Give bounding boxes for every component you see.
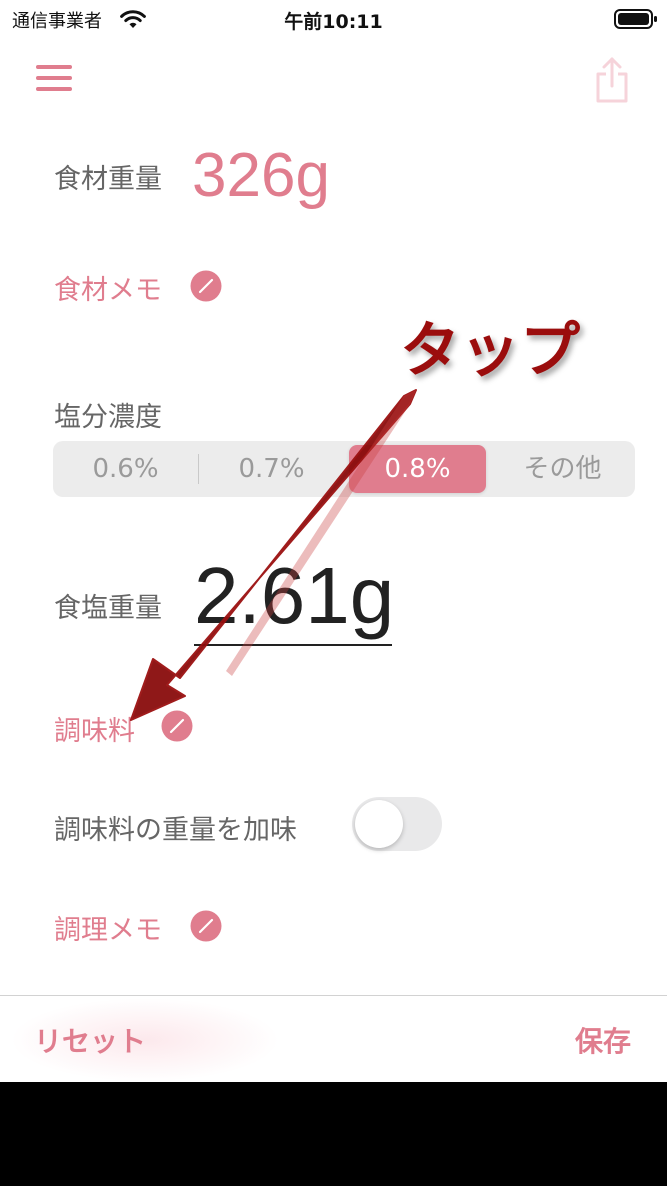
salt-concentration-segmented-control: 0.6% 0.7% 0.8% その他 (53, 441, 635, 497)
segment-0-6[interactable]: 0.6% (57, 445, 194, 493)
status-clock: 午前10:11 (284, 11, 383, 33)
ingredient-weight-label: 食材重量 (54, 164, 162, 195)
segment-0-8-selected[interactable]: 0.8% (349, 445, 486, 493)
save-button[interactable]: 保存 (575, 1020, 631, 1060)
segment-other[interactable]: その他 (494, 445, 631, 493)
edit-icon[interactable] (161, 710, 193, 742)
seasoning-label[interactable]: 調味料 (54, 709, 135, 748)
include-seasoning-weight-toggle[interactable] (352, 797, 442, 851)
include-seasoning-weight-label: 調味料の重量を加味 (54, 815, 297, 846)
ingredient-memo-label[interactable]: 食材メモ (54, 268, 162, 307)
tap-annotation-text: タップ (399, 315, 582, 388)
status-bar: 通信事業者 午前10:11 (0, 0, 667, 40)
app-screen: 通信事業者 午前10:11 食材重量 326g 食材メモ 塩分濃度 0.6% 0… (0, 0, 667, 1082)
ingredient-weight-value[interactable]: 326g (192, 140, 330, 211)
toggle-knob (355, 800, 403, 848)
battery-icon (614, 9, 657, 29)
salt-concentration-label: 塩分濃度 (54, 402, 162, 433)
segment-0-7[interactable]: 0.7% (203, 445, 340, 493)
salt-weight-label: 食塩重量 (54, 593, 162, 624)
reset-button[interactable]: リセット (34, 1020, 146, 1060)
menu-icon[interactable] (36, 62, 74, 96)
edit-icon[interactable] (190, 910, 222, 942)
salt-weight-underline (194, 644, 392, 646)
salt-weight-value: 2.61g (194, 551, 395, 640)
cooking-memo-label[interactable]: 調理メモ (54, 908, 162, 947)
segment-divider (198, 454, 199, 484)
bottom-bar-divider (0, 995, 667, 996)
share-icon[interactable] (592, 56, 632, 104)
edit-icon[interactable] (190, 270, 222, 302)
